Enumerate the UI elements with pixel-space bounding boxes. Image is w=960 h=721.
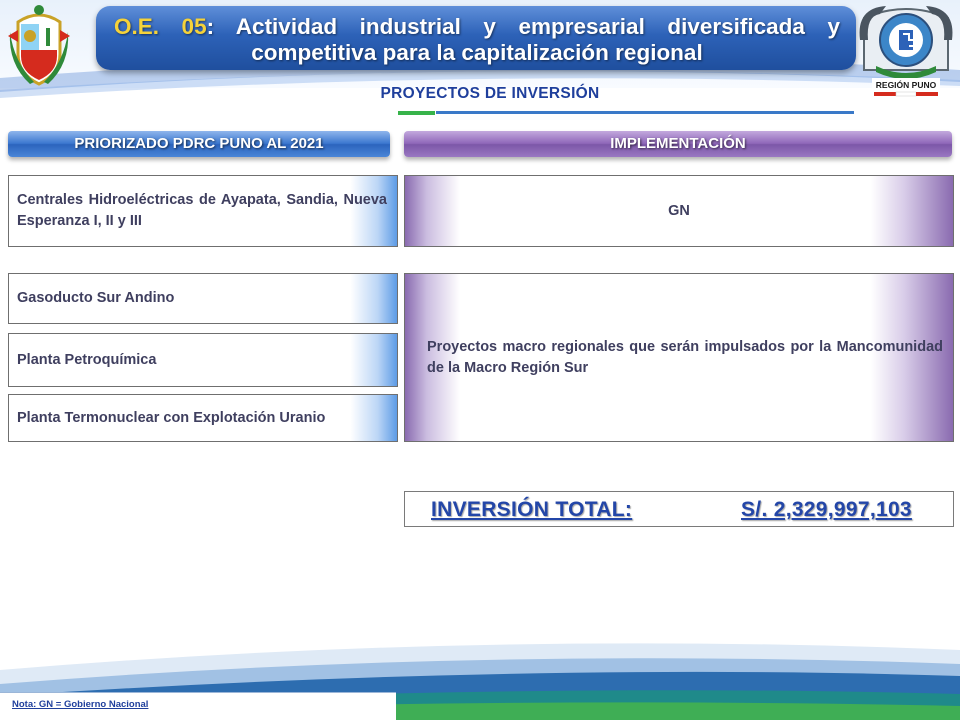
subtitle-accent-blue xyxy=(436,111,854,114)
implementacion-header: IMPLEMENTACIÓN xyxy=(404,131,952,157)
footer-note-text: Nota: GN = Gobierno Nacional xyxy=(12,699,149,710)
implementation-gn-label: GN xyxy=(668,202,690,219)
project-label: Centrales Hidroeléctricas de Ayapata, Sa… xyxy=(17,192,387,229)
implementation-macro-label: Proyectos macro regionales que serán imp… xyxy=(427,338,943,376)
footer-note: Nota: GN = Gobierno Nacional xyxy=(0,692,396,721)
implementation-gn: GN xyxy=(404,175,954,247)
peru-coat-of-arms-icon xyxy=(8,5,70,86)
total-investment-label: INVERSIÓN TOTAL: xyxy=(431,498,633,521)
region-logo-text: REGIÓN PUNO xyxy=(876,79,937,90)
total-investment-value: S/. 2,329,997,103 xyxy=(741,498,912,521)
project-item-gasoducto: Gasoducto Sur Andino xyxy=(8,273,398,324)
project-label: Planta Termonuclear con Explotación Uran… xyxy=(17,409,326,426)
project-label: Gasoducto Sur Andino xyxy=(17,290,175,306)
subtitle-accent-green xyxy=(398,111,435,115)
title-text: Actividad industrial y empresarial diver… xyxy=(214,14,840,65)
page-title: O.E. 05: Actividad industrial y empresar… xyxy=(114,14,840,66)
project-label: Planta Petroquímica xyxy=(17,351,157,368)
priorizado-header: PRIORIZADO PDRC PUNO AL 2021 xyxy=(8,131,390,157)
project-item-petroquimica: Planta Petroquímica xyxy=(8,333,398,387)
project-item-hidroelectricas: Centrales Hidroeléctricas de Ayapata, Sa… xyxy=(8,175,398,247)
title-separator: : xyxy=(206,14,215,39)
project-item-termonuclear: Planta Termonuclear con Explotación Uran… xyxy=(8,394,398,442)
title-code: O.E. 05 xyxy=(114,14,207,39)
section-subtitle: PROYECTOS DE INVERSIÓN xyxy=(380,85,600,102)
total-investment-box: INVERSIÓN TOTAL: S/. 2,329,997,103 xyxy=(404,491,954,527)
region-puno-logo-icon: REGIÓN PUNO xyxy=(859,6,953,97)
implementation-macro-regional: Proyectos macro regionales que serán imp… xyxy=(404,273,954,442)
